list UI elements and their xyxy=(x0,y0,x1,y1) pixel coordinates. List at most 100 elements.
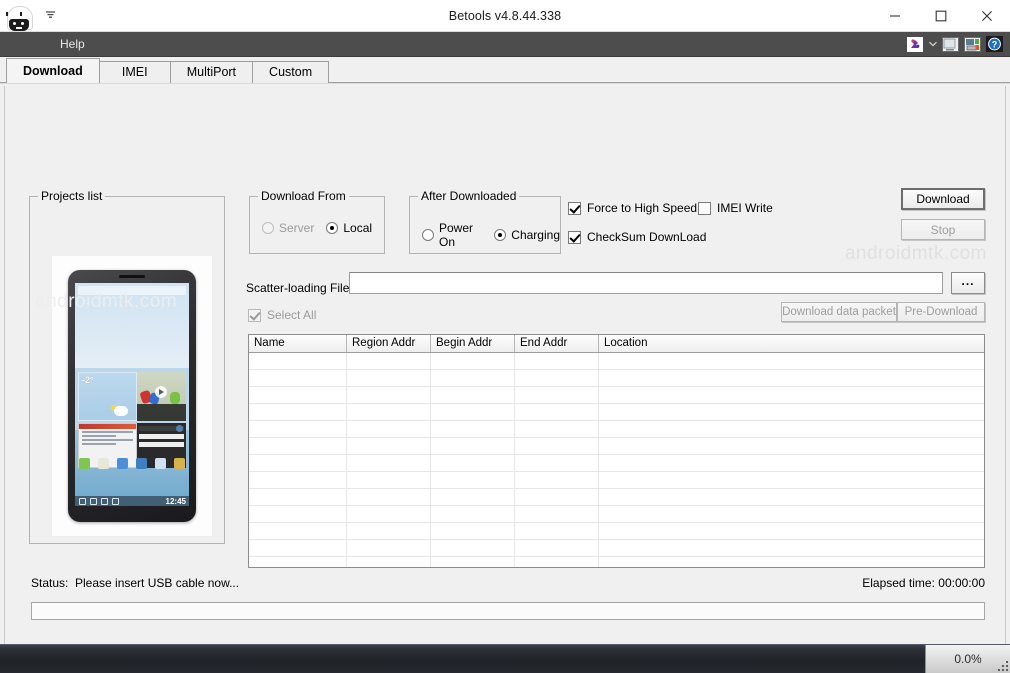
table-cell xyxy=(599,421,984,437)
scatter-loading-input-wrap[interactable] xyxy=(349,272,950,294)
watermark-right: androidmtk.com xyxy=(844,243,987,264)
menu-item-help[interactable]: Help xyxy=(50,35,95,53)
radio-download-from-server[interactable]: Server xyxy=(262,221,314,235)
browse-file-button[interactable]: ... xyxy=(951,272,985,294)
table-row[interactable] xyxy=(249,472,984,489)
table-row[interactable] xyxy=(249,557,984,567)
device-preview-image: -2° 12:45 xyxy=(51,255,213,537)
tab-custom[interactable]: Custom xyxy=(252,61,330,83)
tab-multiport[interactable]: MultiPort xyxy=(169,61,254,83)
options-icon[interactable] xyxy=(905,35,925,54)
table-row[interactable] xyxy=(249,489,984,506)
radio-after-power-on[interactable]: Power On xyxy=(422,221,482,249)
checkbox-checksum-download[interactable]: CheckSum DownLoad xyxy=(568,230,706,244)
table-cell xyxy=(347,404,431,420)
stop-button[interactable]: Stop xyxy=(901,219,985,240)
android-robot-icon xyxy=(4,2,34,31)
download-data-packet-button[interactable]: Download data packet xyxy=(781,302,897,322)
resize-grip-icon[interactable] xyxy=(996,659,1008,671)
tab-download[interactable]: Download xyxy=(6,58,100,83)
table-cell xyxy=(249,472,347,488)
projects-list-title: Projects list xyxy=(38,189,106,203)
table-body[interactable] xyxy=(249,353,984,567)
table-cell xyxy=(515,523,599,539)
main-progress-bar xyxy=(31,602,985,620)
monitor-icon[interactable] xyxy=(940,35,960,54)
radio-download-from-local[interactable]: Local xyxy=(326,221,372,235)
table-cell xyxy=(599,404,984,420)
table-row[interactable] xyxy=(249,540,984,557)
download-button[interactable]: Download xyxy=(901,188,985,210)
download-panel: Projects list -2° 12:45 Download From Se… xyxy=(4,86,1006,669)
column-header-name[interactable]: Name xyxy=(249,335,347,352)
table-cell xyxy=(249,489,347,505)
table-cell xyxy=(249,438,347,454)
column-header-region-addr[interactable]: Region Addr xyxy=(347,335,431,352)
checkbox-indicator xyxy=(568,230,581,244)
table-cell xyxy=(431,540,515,556)
table-cell xyxy=(431,455,515,471)
column-header-begin-addr[interactable]: Begin Addr xyxy=(431,335,515,352)
table-cell xyxy=(347,540,431,556)
table-cell xyxy=(599,353,984,369)
rom-partition-table[interactable]: Name Region Addr Begin Addr End Addr Loc… xyxy=(248,334,985,568)
close-icon[interactable] xyxy=(964,0,1010,31)
table-cell xyxy=(515,353,599,369)
table-row[interactable] xyxy=(249,438,984,455)
table-row[interactable] xyxy=(249,523,984,540)
device-clock: 12:45 xyxy=(165,497,186,506)
radio-after-charging[interactable]: Charging xyxy=(494,221,560,249)
radio-label: Power On xyxy=(439,221,474,249)
radio-label: Charging xyxy=(511,228,560,242)
table-cell xyxy=(599,387,984,403)
table-cell xyxy=(431,523,515,539)
table-row[interactable] xyxy=(249,353,984,370)
window-controls xyxy=(872,0,1010,31)
table-cell xyxy=(515,489,599,505)
table-row[interactable] xyxy=(249,506,984,523)
table-cell xyxy=(431,489,515,505)
radio-indicator xyxy=(262,222,274,234)
table-header-row: Name Region Addr Begin Addr End Addr Loc… xyxy=(249,335,984,353)
svg-text:?: ? xyxy=(991,40,997,50)
after-downloaded-title: After Downloaded xyxy=(418,189,520,203)
checkbox-force-high-speed[interactable]: Force to High Speed xyxy=(568,201,697,215)
table-row[interactable] xyxy=(249,387,984,404)
table-cell xyxy=(515,455,599,471)
pre-download-button[interactable]: Pre-Download xyxy=(897,302,985,322)
column-header-end-addr[interactable]: End Addr xyxy=(515,335,599,352)
checkbox-label: Force to High Speed xyxy=(587,201,698,215)
minimize-icon[interactable] xyxy=(872,0,918,31)
table-cell xyxy=(599,540,984,556)
tab-strip: Download IMEI MultiPort Custom xyxy=(0,57,1010,83)
table-row[interactable] xyxy=(249,455,984,472)
maximize-icon[interactable] xyxy=(918,0,964,31)
table-cell xyxy=(249,370,347,386)
table-cell xyxy=(347,370,431,386)
tab-imei[interactable]: IMEI xyxy=(98,61,171,83)
table-row[interactable] xyxy=(249,404,984,421)
radio-label: Server xyxy=(279,221,315,235)
chevron-down-icon[interactable] xyxy=(42,6,58,26)
help-circle-icon[interactable]: ? xyxy=(984,35,1004,54)
table-cell xyxy=(249,506,347,522)
radio-indicator xyxy=(326,222,339,234)
device-manager-icon[interactable] xyxy=(962,35,982,54)
table-cell xyxy=(249,421,347,437)
column-header-location[interactable]: Location xyxy=(599,335,984,352)
table-cell xyxy=(431,370,515,386)
title-bar: Betools v4.8.44.338 xyxy=(0,0,1010,32)
table-row[interactable] xyxy=(249,421,984,438)
checkbox-select-all[interactable]: Select All xyxy=(248,308,316,322)
table-row[interactable] xyxy=(249,370,984,387)
scatter-loading-input[interactable] xyxy=(350,273,950,293)
checkbox-indicator xyxy=(568,201,581,215)
table-cell xyxy=(347,353,431,369)
table-cell xyxy=(431,387,515,403)
table-cell xyxy=(599,370,984,386)
table-cell xyxy=(431,506,515,522)
menu-bar: Help ? xyxy=(0,32,1010,57)
chevron-down-icon[interactable] xyxy=(927,35,938,54)
checkbox-imei-write[interactable]: IMEI Write xyxy=(698,201,773,215)
table-cell xyxy=(249,353,347,369)
